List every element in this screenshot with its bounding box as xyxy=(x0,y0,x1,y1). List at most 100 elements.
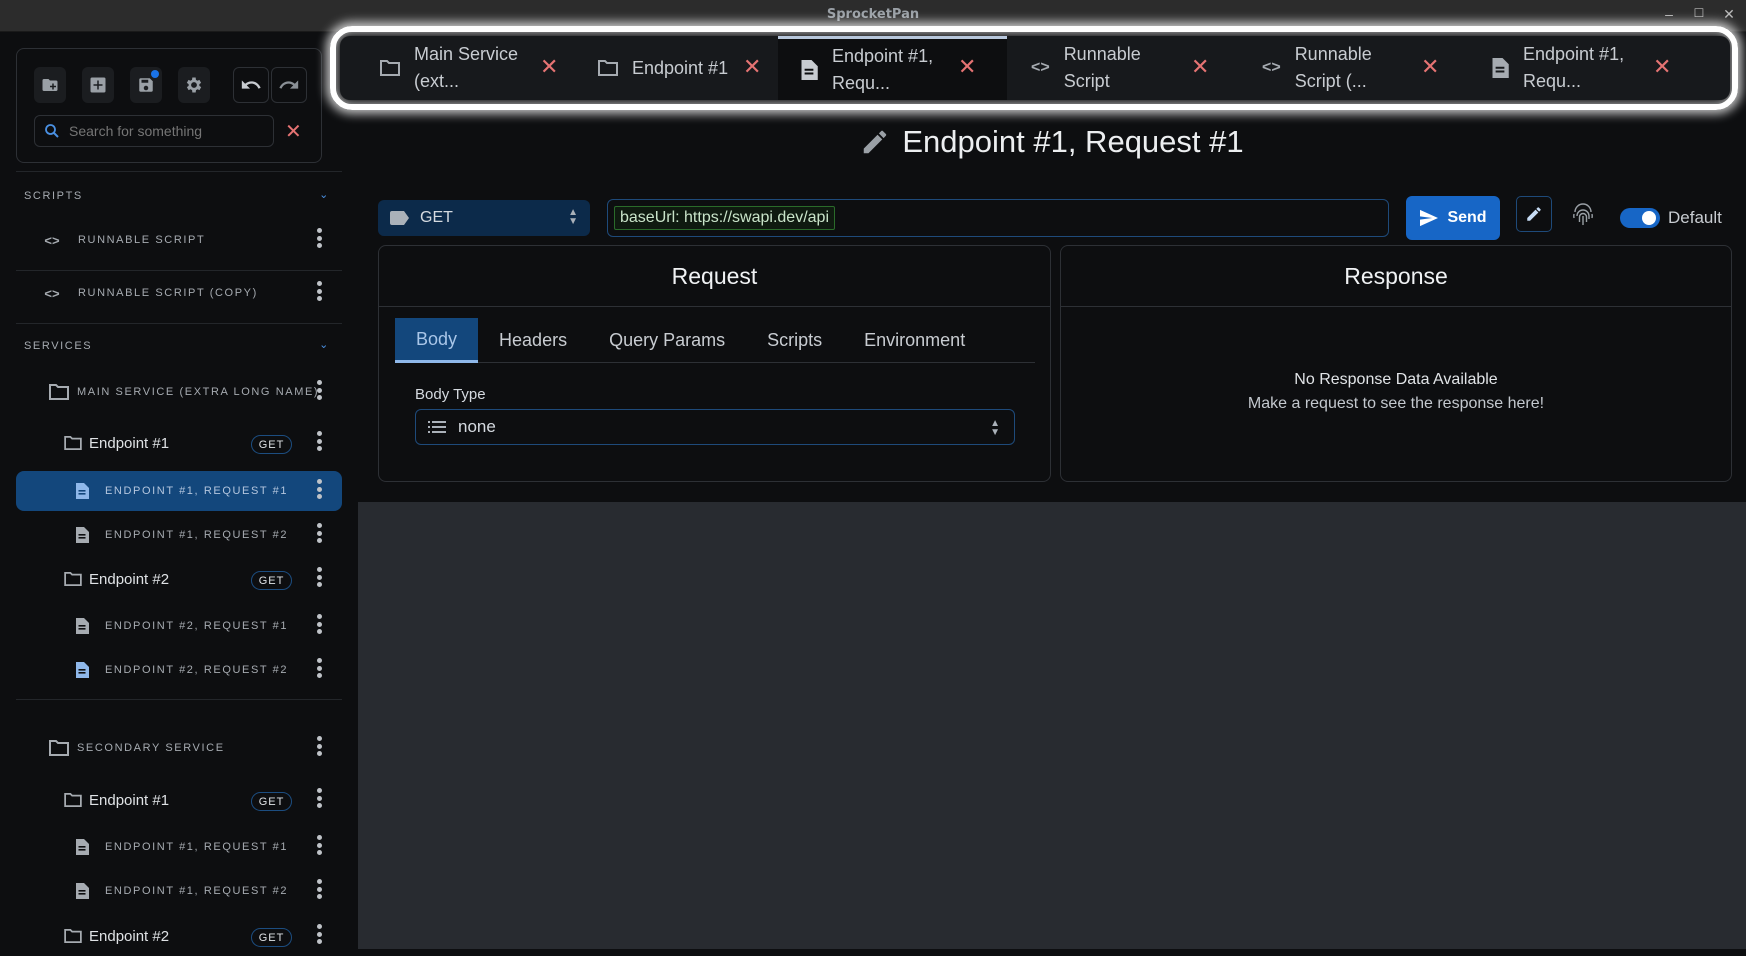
chevron-down-icon[interactable]: ⌄ xyxy=(319,188,330,201)
close-window-button[interactable]: ✕ xyxy=(1720,6,1738,23)
method-badge: GET xyxy=(251,571,292,590)
sidebar-request-item[interactable]: ENDPOINT #2, REQUEST #2 xyxy=(16,650,342,690)
more-options-icon[interactable] xyxy=(316,431,322,451)
more-options-icon[interactable] xyxy=(316,380,322,400)
sidebar-script-item[interactable]: <> RUNNABLE SCRIPT (COPY) xyxy=(16,273,342,313)
list-icon xyxy=(428,421,446,433)
response-panel: Response No Response Data Available Make… xyxy=(1060,245,1732,482)
sidebar-service-item[interactable]: SECONDARY SERVICE xyxy=(16,728,342,768)
response-empty-state: No Response Data Available Make a reques… xyxy=(1061,368,1731,416)
new-service-button[interactable] xyxy=(34,67,66,103)
save-button[interactable] xyxy=(130,67,162,103)
document-icon xyxy=(801,59,818,80)
sidebar-endpoint-item[interactable]: Endpoint #1 GET xyxy=(16,423,342,463)
tab-body[interactable]: Body xyxy=(395,318,479,363)
more-options-icon[interactable] xyxy=(316,281,322,301)
search-field[interactable] xyxy=(34,115,274,147)
gear-icon xyxy=(186,77,202,93)
method-badge: GET xyxy=(251,928,292,947)
more-options-icon[interactable] xyxy=(316,658,322,678)
url-input[interactable]: baseUrl: https://swapi.dev/api xyxy=(607,199,1389,237)
tab-item[interactable]: Main Service (ext... ✕ xyxy=(340,36,560,100)
tab-item[interactable]: <> Runnable Script (... ✕ xyxy=(1238,36,1468,100)
more-options-icon[interactable] xyxy=(316,736,322,756)
tab-environment[interactable]: Environment xyxy=(843,318,986,363)
body-type-label: Body Type xyxy=(415,386,486,403)
more-options-icon[interactable] xyxy=(316,479,322,499)
tab-label: Runnable Script xyxy=(1063,44,1141,91)
folder-icon xyxy=(64,929,82,943)
endpoint-label: Endpoint #1 xyxy=(89,434,170,452)
empty-subtitle: Make a request to see the response here! xyxy=(1247,395,1545,412)
tab-item[interactable]: <> Runnable Script ✕ xyxy=(1007,36,1238,100)
redo-icon xyxy=(279,80,299,89)
environment-label: Default xyxy=(1668,208,1722,227)
tab-query-params[interactable]: Query Params xyxy=(588,318,746,363)
tab-label: Endpoint #1 xyxy=(632,57,729,78)
pencil-icon[interactable] xyxy=(860,127,890,157)
redo-button[interactable] xyxy=(271,67,307,103)
request-label: ENDPOINT #2, REQUEST #2 xyxy=(105,664,289,676)
document-icon xyxy=(76,483,89,499)
sidebar-request-item-selected[interactable]: ENDPOINT #1, REQUEST #1 xyxy=(16,471,342,511)
new-item-button[interactable] xyxy=(82,67,114,103)
settings-button[interactable] xyxy=(178,67,210,103)
sidebar-endpoint-item[interactable]: Endpoint #1 GET xyxy=(16,780,342,820)
sidebar-request-item[interactable]: ENDPOINT #1, REQUEST #1 xyxy=(16,827,342,867)
chevron-down-icon[interactable]: ⌄ xyxy=(319,338,330,351)
code-icon: <> xyxy=(44,232,60,248)
body-type-select[interactable]: none ▲ ▼ xyxy=(415,409,1015,445)
sidebar-request-item[interactable]: ENDPOINT #1, REQUEST #2 xyxy=(16,515,342,555)
section-header-scripts[interactable]: SCRIPTS ⌄ xyxy=(24,188,334,202)
request-panel-title: Request xyxy=(379,246,1050,307)
maximize-button[interactable]: ☐ xyxy=(1690,6,1708,20)
send-button[interactable]: Send xyxy=(1406,196,1500,240)
send-icon xyxy=(1420,209,1439,227)
response-panel-title: Response xyxy=(1061,246,1731,307)
more-options-icon[interactable] xyxy=(316,614,322,634)
sidebar-script-item[interactable]: <> RUNNABLE SCRIPT xyxy=(16,220,342,260)
folder-plus-icon xyxy=(42,79,58,91)
tab-item[interactable]: Endpoint #1, Requ... ✕ xyxy=(1468,36,1730,100)
sidebar-endpoint-item[interactable]: Endpoint #2 GET xyxy=(16,916,342,956)
sidebar-service-item[interactable]: MAIN SERVICE (EXTRA LONG NAME) xyxy=(16,372,342,412)
tab-item[interactable]: Endpoint #1 ✕ xyxy=(560,36,778,100)
sidebar-request-item[interactable]: ENDPOINT #2, REQUEST #1 xyxy=(16,606,342,646)
tab-scripts[interactable]: Scripts xyxy=(746,318,843,363)
more-options-icon[interactable] xyxy=(316,788,322,808)
request-panel: Request Body Headers Query Params Script… xyxy=(378,245,1051,482)
close-tab-icon[interactable]: ✕ xyxy=(1653,54,1671,80)
more-options-icon[interactable] xyxy=(316,567,322,587)
more-options-icon[interactable] xyxy=(316,924,322,944)
document-icon xyxy=(76,839,89,855)
close-tab-icon[interactable]: ✕ xyxy=(540,54,558,80)
divider xyxy=(16,323,342,324)
document-icon xyxy=(76,883,89,899)
close-tab-icon[interactable]: ✕ xyxy=(743,54,761,80)
document-icon xyxy=(1492,58,1509,78)
clear-search-button[interactable]: ✕ xyxy=(285,119,302,144)
more-options-icon[interactable] xyxy=(316,228,322,248)
search-input[interactable] xyxy=(69,123,259,139)
method-select[interactable]: GET ▲ ▼ xyxy=(378,200,590,236)
sidebar-endpoint-item[interactable]: Endpoint #2 GET xyxy=(16,559,342,599)
more-options-icon[interactable] xyxy=(316,523,322,543)
more-options-icon[interactable] xyxy=(316,835,322,855)
edit-url-button[interactable] xyxy=(1516,196,1552,232)
fingerprint-icon[interactable] xyxy=(1572,203,1594,232)
environment-toggle[interactable] xyxy=(1620,208,1660,228)
pencil-icon xyxy=(1527,207,1541,221)
undo-button[interactable] xyxy=(233,67,269,103)
more-options-icon[interactable] xyxy=(316,879,322,899)
section-header-services[interactable]: SERVICES ⌄ xyxy=(24,338,334,352)
minimize-button[interactable]: – xyxy=(1660,6,1678,22)
sidebar-request-item[interactable]: ENDPOINT #1, REQUEST #2 xyxy=(16,871,342,911)
base-url-variable-chip[interactable]: baseUrl: https://swapi.dev/api xyxy=(614,206,835,230)
close-tab-icon[interactable]: ✕ xyxy=(1421,54,1439,80)
tab-headers[interactable]: Headers xyxy=(478,318,588,363)
document-icon xyxy=(76,527,89,543)
close-tab-icon[interactable]: ✕ xyxy=(958,54,976,80)
tab-item-active[interactable]: Endpoint #1, Requ... ✕ xyxy=(778,36,1007,100)
close-tab-icon[interactable]: ✕ xyxy=(1191,54,1209,80)
sidebar-toolbox: ✕ xyxy=(16,48,322,163)
